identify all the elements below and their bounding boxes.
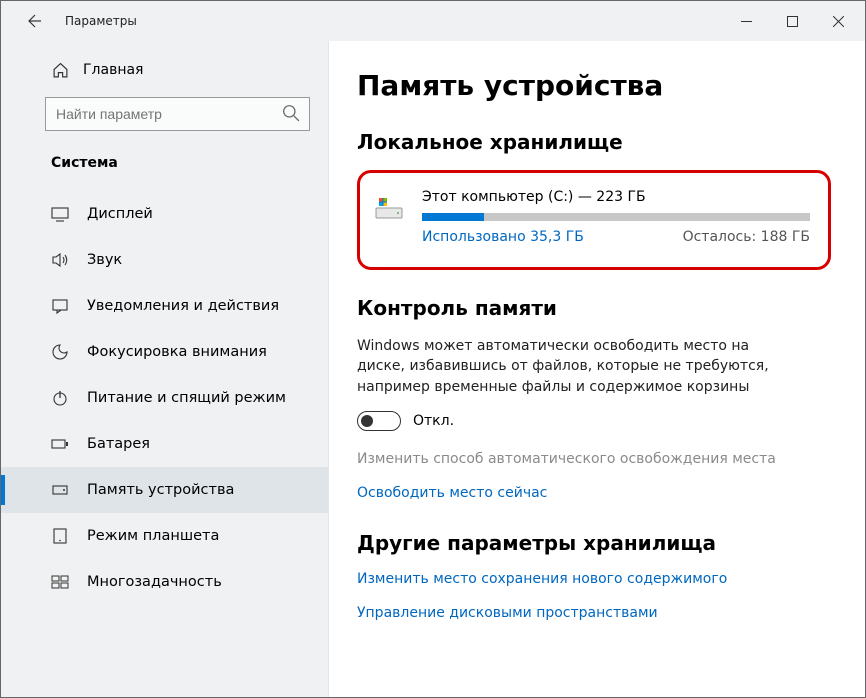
- multitask-icon: [51, 573, 69, 591]
- nav-label: Фокусировка внимания: [87, 344, 267, 360]
- drive-icon: [372, 191, 406, 225]
- drive-usage-fill: [422, 213, 484, 221]
- nav-display[interactable]: Дисплей: [1, 191, 328, 237]
- nav-storage[interactable]: Память устройства: [1, 467, 328, 513]
- sidebar: Главная Система Дисплей: [1, 41, 329, 697]
- sound-icon: [51, 251, 69, 269]
- nav-label: Питание и спящий режим: [87, 390, 286, 406]
- nav-notifications[interactable]: Уведомления и действия: [1, 283, 328, 329]
- close-button[interactable]: [815, 5, 861, 37]
- nav-label: Память устройства: [87, 482, 234, 498]
- toggle-knob: [361, 415, 373, 427]
- drive-remaining-label: Осталось: 188 ГБ: [683, 229, 810, 245]
- content-area: Главная Система Дисплей: [1, 41, 865, 697]
- settings-window: Параметры Главная Си: [1, 1, 865, 697]
- main-panel: Память устройства Локальное хранилище: [329, 41, 865, 697]
- tablet-icon: [51, 527, 69, 545]
- maximize-icon: [787, 16, 798, 27]
- search-icon: [282, 104, 300, 122]
- drive-meta: Использовано 35,3 ГБ Осталось: 188 ГБ: [422, 229, 810, 245]
- nav-label: Батарея: [87, 436, 150, 452]
- local-storage-heading: Локальное хранилище: [357, 130, 831, 154]
- home-icon: [51, 61, 69, 79]
- storage-sense-description: Windows может автоматически освободить м…: [357, 336, 777, 397]
- nav-label: Дисплей: [87, 206, 153, 222]
- titlebar: Параметры: [1, 1, 865, 41]
- nav-focus[interactable]: Фокусировка внимания: [1, 329, 328, 375]
- free-space-now-link[interactable]: Освободить место сейчас: [357, 485, 831, 501]
- drive-title: Этот компьютер (C:) — 223 ГБ: [422, 189, 810, 205]
- change-auto-free-link: Изменить способ автоматического освобожд…: [357, 451, 831, 467]
- nav-power[interactable]: Питание и спящий режим: [1, 375, 328, 421]
- nav-battery[interactable]: Батарея: [1, 421, 328, 467]
- storage-icon: [51, 481, 69, 499]
- arrow-left-icon: [25, 13, 41, 29]
- focus-icon: [51, 343, 69, 361]
- page-title: Память устройства: [357, 69, 831, 102]
- drive-card[interactable]: Этот компьютер (C:) — 223 ГБ Использован…: [357, 170, 831, 270]
- section-label: Система: [1, 145, 328, 191]
- drive-body: Этот компьютер (C:) — 223 ГБ Использован…: [422, 189, 810, 245]
- nav-label: Многозадачность: [87, 574, 222, 590]
- home-label: Главная: [83, 62, 143, 78]
- search-wrap: [45, 97, 310, 131]
- nav-label: Уведомления и действия: [87, 298, 279, 314]
- nav-sound[interactable]: Звук: [1, 237, 328, 283]
- notifications-icon: [51, 297, 69, 315]
- nav-list: Дисплей Звук Уведомления и действия: [1, 191, 328, 605]
- close-icon: [833, 16, 844, 27]
- minimize-button[interactable]: [723, 5, 769, 37]
- back-button[interactable]: [19, 7, 47, 35]
- nav-tablet[interactable]: Режим планшета: [1, 513, 328, 559]
- power-icon: [51, 389, 69, 407]
- storage-sense-toggle[interactable]: [357, 411, 401, 431]
- storage-sense-heading: Контроль памяти: [357, 296, 831, 320]
- manage-storage-spaces-link[interactable]: Управление дисковыми пространствами: [357, 605, 831, 621]
- home-nav[interactable]: Главная: [1, 51, 328, 89]
- minimize-icon: [741, 16, 752, 27]
- other-storage-heading: Другие параметры хранилища: [357, 531, 831, 555]
- drive-usage-bar: [422, 213, 810, 221]
- maximize-button[interactable]: [769, 5, 815, 37]
- nav-multitask[interactable]: Многозадачность: [1, 559, 328, 605]
- nav-label: Режим планшета: [87, 528, 219, 544]
- battery-icon: [51, 435, 69, 453]
- drive-used-label: Использовано 35,3 ГБ: [422, 229, 584, 245]
- display-icon: [51, 205, 69, 223]
- search-input[interactable]: [45, 97, 310, 131]
- storage-sense-toggle-row: Откл.: [357, 411, 831, 431]
- nav-label: Звук: [87, 252, 122, 268]
- window-title: Параметры: [65, 14, 137, 28]
- change-save-location-link[interactable]: Изменить место сохранения нового содержи…: [357, 571, 831, 587]
- toggle-label: Откл.: [413, 413, 454, 429]
